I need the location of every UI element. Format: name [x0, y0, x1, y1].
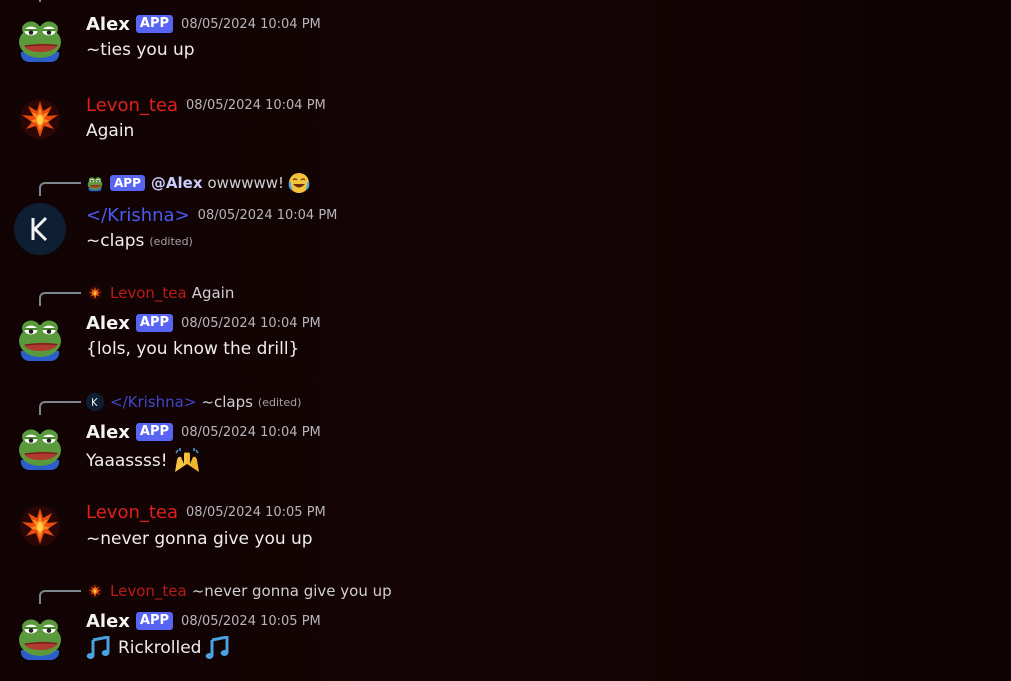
pepe-frog-avatar-icon: [14, 610, 66, 662]
musical-notes-emoji-icon: [205, 636, 233, 660]
message-text: ~ties you up: [86, 40, 195, 60]
message-header: Alex APP 08/05/2024 10:04 PM: [86, 12, 321, 36]
message-content: Rickrolled: [86, 636, 233, 660]
reply-connector-line: [39, 401, 81, 415]
pepe-frog-avatar-icon: [14, 12, 66, 64]
avatar[interactable]: [14, 311, 66, 363]
username[interactable]: Alex: [86, 313, 130, 334]
message-text: Again: [86, 121, 135, 141]
reply-author[interactable]: </Krishna>: [110, 393, 196, 411]
pepe-frog-avatar-icon: [14, 311, 66, 363]
message-text: Yaaassss!: [86, 451, 168, 471]
avatar[interactable]: [14, 500, 66, 552]
message-header: Alex APP 08/05/2024 10:04 PM: [86, 311, 321, 335]
phoenix-avatar-icon: [14, 93, 66, 145]
app-badge: APP: [110, 175, 145, 191]
username[interactable]: Levon_tea: [86, 95, 178, 116]
reply-author[interactable]: Levon_tea: [110, 582, 187, 600]
chat-message-list: Alex APP 08/05/2024 10:04 PM ~ties you u…: [0, 0, 1011, 681]
pepe-frog-avatar-icon: [14, 420, 66, 472]
reply-connector-line: [39, 0, 81, 2]
avatar[interactable]: [14, 203, 66, 255]
message-header: Alex APP 08/05/2024 10:05 PM: [86, 609, 321, 633]
timestamp: 08/05/2024 10:04 PM: [186, 97, 326, 113]
reply-text: ~never gonna give you up: [191, 582, 392, 600]
phoenix-avatar-icon: [86, 582, 104, 600]
message-text: ~never gonna give you up: [86, 529, 313, 549]
avatar[interactable]: [14, 12, 66, 64]
reply-avatar: [86, 582, 104, 600]
reply-avatar: [86, 174, 104, 192]
message-text: {lols, you know the drill}: [86, 339, 300, 359]
app-badge: APP: [135, 423, 174, 441]
reply-preview[interactable]: APP @Alex owwwww!: [86, 173, 310, 193]
message-content: Yaaassss!: [86, 448, 202, 474]
message-header: Levon_tea 08/05/2024 10:04 PM: [86, 93, 326, 117]
reply-preview[interactable]: </Krishna> ~claps (edited): [86, 392, 301, 412]
reply-connector-line: [39, 182, 81, 196]
message-text: ~claps: [86, 231, 145, 251]
reply-connector-line: [39, 590, 81, 604]
reply-text: owwwww!: [207, 174, 285, 192]
musical-notes-emoji-icon: [86, 636, 114, 660]
username[interactable]: Alex: [86, 422, 130, 443]
app-badge: APP: [135, 314, 174, 332]
avatar[interactable]: [14, 610, 66, 662]
username[interactable]: Alex: [86, 611, 130, 632]
reply-preview[interactable]: Levon_tea ~never gonna give you up: [86, 581, 392, 601]
message-header: Levon_tea 08/05/2024 10:05 PM: [86, 500, 326, 524]
app-badge: APP: [135, 612, 174, 630]
avatar[interactable]: [14, 93, 66, 145]
reply-mention[interactable]: @Alex: [151, 174, 203, 192]
message-content: Again: [86, 121, 134, 141]
reply-author[interactable]: Levon_tea: [110, 284, 187, 302]
timestamp: 08/05/2024 10:04 PM: [181, 315, 321, 331]
timestamp: 08/05/2024 10:04 PM: [181, 424, 321, 440]
reply-text: ~claps: [201, 393, 253, 411]
pepe-frog-avatar-icon: [86, 174, 104, 192]
phoenix-avatar-icon: [14, 500, 66, 552]
app-badge: APP: [135, 15, 174, 33]
phoenix-avatar-icon: [86, 284, 104, 302]
k-letter-avatar-icon: [86, 393, 104, 411]
joy-emoji-icon: [288, 172, 310, 194]
message-header: </Krishna> 08/05/2024 10:04 PM: [86, 203, 337, 227]
edited-label: (edited): [257, 395, 302, 409]
reply-avatar: [86, 284, 104, 302]
timestamp: 08/05/2024 10:04 PM: [197, 207, 338, 223]
username[interactable]: Levon_tea: [86, 502, 178, 523]
message-content: ~claps (edited): [86, 231, 193, 251]
username[interactable]: </Krishna>: [86, 205, 190, 226]
k-letter-avatar-icon: [14, 203, 66, 255]
message-header: Alex APP 08/05/2024 10:04 PM: [86, 420, 321, 444]
reply-connector-line: [39, 292, 81, 306]
reply-avatar: [86, 393, 104, 411]
timestamp: 08/05/2024 10:05 PM: [181, 613, 321, 629]
timestamp: 08/05/2024 10:04 PM: [181, 16, 321, 32]
raised-hands-emoji-icon: [172, 448, 202, 474]
message-content: ~never gonna give you up: [86, 529, 313, 549]
message-content: {lols, you know the drill}: [86, 339, 299, 359]
username[interactable]: Alex: [86, 14, 130, 35]
timestamp: 08/05/2024 10:05 PM: [186, 504, 326, 520]
reply-preview[interactable]: Levon_tea Again: [86, 283, 234, 303]
message-text: Rickrolled: [118, 638, 202, 658]
edited-label: (edited): [149, 234, 193, 248]
message-content: ~ties you up: [86, 40, 195, 60]
avatar[interactable]: [14, 420, 66, 472]
reply-text: Again: [191, 284, 235, 302]
